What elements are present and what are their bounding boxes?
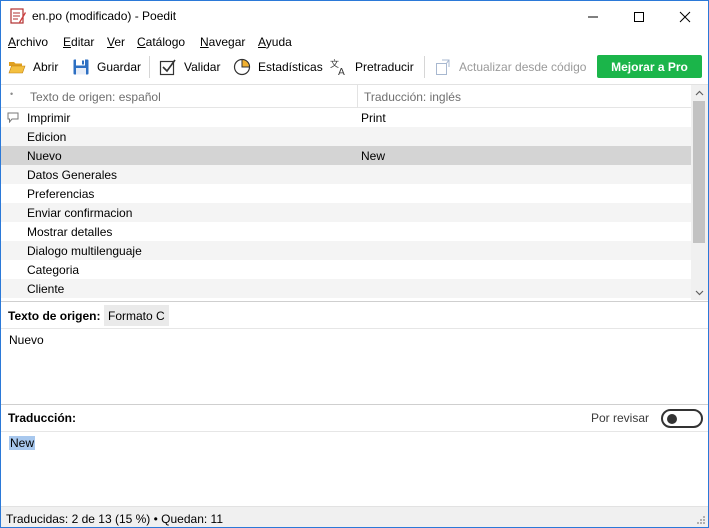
needs-review-label: Por revisar [591, 411, 650, 425]
toolbar-separator [424, 56, 425, 78]
svg-text:A: A [338, 67, 345, 76]
maximize-button[interactable] [616, 1, 662, 32]
needs-review-toggle[interactable] [661, 409, 703, 428]
save-button[interactable]: Guardar [72, 55, 141, 79]
row-source: Mostrar detalles [27, 225, 113, 239]
poedit-app-icon [10, 8, 26, 24]
update-from-code-label: Actualizar desde código [459, 60, 587, 74]
maximize-icon [634, 12, 644, 22]
table-row[interactable]: Imprimir Print [1, 108, 691, 127]
translation-pane-header: Traducción: Por revisar [1, 405, 708, 432]
table-row[interactable]: Preferencias [1, 184, 691, 203]
menu-archivo[interactable]: Archivo [8, 35, 48, 49]
open-label: Abrir [33, 60, 59, 74]
row-translation: Print [361, 111, 386, 125]
save-icon [73, 59, 89, 75]
statistics-label: Estadísticas [258, 60, 323, 74]
scroll-down-icon[interactable] [695, 288, 704, 297]
menu-ayuda-label: yuda [265, 35, 292, 49]
menu-editar[interactable]: Editar [63, 35, 94, 49]
minimize-icon [588, 16, 598, 18]
table-row[interactable]: Dialogo multilenguaje [1, 241, 691, 260]
menu-ver-label: er [114, 35, 126, 49]
open-button[interactable]: Abrir [8, 55, 58, 79]
status-text: Traducidas: 2 de 13 (15 %) • Quedan: 11 [6, 512, 223, 526]
resize-grip-icon[interactable] [696, 515, 706, 525]
update-from-code-button[interactable]: Actualizar desde código [434, 55, 586, 79]
toolbar-separator [149, 56, 150, 78]
poedit-window: en.po (modificado) - Poedit Archivo Edit… [0, 0, 709, 528]
translation-input[interactable]: New [9, 436, 36, 450]
table-row[interactable]: Edicion [1, 127, 691, 146]
column-divider[interactable] [357, 85, 358, 108]
title-bar: en.po (modificado) - Poedit [1, 1, 708, 32]
translate-icon: 文 A [330, 58, 345, 76]
pie-chart-icon [233, 58, 251, 76]
menu-catalogo-label: atálogo [145, 35, 186, 49]
row-source: Edicion [27, 130, 67, 144]
menu-archivo-mnemonic: A [8, 35, 17, 49]
menu-navegar[interactable]: Navegar [200, 35, 245, 49]
menu-catalogo-mnemonic: C [137, 35, 146, 49]
scrollbar-thumb[interactable] [693, 101, 705, 243]
translation-column-header[interactable]: Traducción: inglés [364, 90, 461, 104]
upgrade-to-pro-button[interactable]: Mejorar a Pro [597, 55, 702, 78]
translation-pane: Traducción: Por revisar New [1, 404, 708, 505]
row-source: Imprimir [27, 111, 71, 125]
pretranslate-button[interactable]: 文 A Pretraducir [330, 55, 414, 79]
update-from-code-icon [436, 59, 450, 75]
menu-bar: Archivo Editar Ver Catálogo Navegar Ayud… [1, 32, 708, 52]
strings-list: • Texto de origen: español Traducción: i… [1, 84, 708, 300]
list-rows: Imprimir Print Edicion Nuevo New Datos G… [1, 108, 691, 300]
menu-archivo-label: rchivo [16, 35, 49, 49]
checkbox-check-icon [159, 59, 176, 76]
row-source: Dialogo multilenguaje [27, 244, 142, 258]
row-source: Preferencias [27, 187, 95, 201]
validate-label: Validar [184, 60, 221, 74]
status-bar: Traducidas: 2 de 13 (15 %) • Quedan: 11 [1, 506, 708, 527]
menu-catalogo[interactable]: Catálogo [137, 35, 185, 49]
table-row-selected[interactable]: Nuevo New [1, 146, 691, 165]
close-icon [679, 11, 691, 23]
list-header: • Texto de origen: español Traducción: i… [1, 85, 691, 108]
source-pane: Texto de origen: Formato C Nuevo [1, 301, 708, 404]
table-row[interactable]: Mostrar detalles [1, 222, 691, 241]
scroll-up-icon[interactable] [695, 89, 704, 98]
menu-editar-mnemonic: E [63, 35, 72, 49]
source-pane-header: Texto de origen: Formato C [1, 302, 708, 329]
table-row[interactable]: Cliente [1, 279, 691, 298]
format-tag: Formato C [104, 305, 169, 326]
table-row[interactable]: Datos Generales [1, 165, 691, 184]
comment-icon [7, 112, 19, 123]
table-row[interactable]: Enviar confirmacion [1, 203, 691, 222]
save-label: Guardar [97, 60, 142, 74]
menu-ayuda-mnemonic: A [258, 35, 266, 49]
source-column-header[interactable]: Texto de origen: español [30, 90, 161, 104]
list-scrollbar[interactable] [691, 85, 708, 300]
row-source: Enviar confirmacion [27, 206, 133, 220]
minimize-button[interactable] [570, 1, 616, 32]
menu-navegar-mnemonic: N [200, 35, 209, 49]
pretranslate-label: Pretraducir [355, 60, 414, 74]
row-source: Nuevo [27, 149, 62, 163]
validate-button[interactable]: Validar [159, 55, 220, 79]
row-translation: New [361, 149, 386, 163]
close-button[interactable] [662, 1, 708, 32]
menu-navegar-label: avegar [208, 35, 246, 49]
statistics-button[interactable]: Estadísticas [233, 55, 323, 79]
window-title: en.po (modificado) - Poedit [32, 9, 177, 23]
table-row[interactable]: Categoria [1, 260, 691, 279]
sort-indicator-icon[interactable]: • [10, 89, 13, 99]
row-source: Datos Generales [27, 168, 118, 182]
translation-label: Traducción: [8, 411, 77, 425]
toggle-knob [667, 414, 677, 424]
source-label: Texto de origen: [8, 309, 101, 323]
row-source: Cliente [27, 282, 65, 296]
menu-ayuda[interactable]: Ayuda [258, 35, 292, 49]
menu-editar-label: ditar [71, 35, 95, 49]
source-text: Nuevo [9, 333, 44, 347]
menu-ver[interactable]: Ver [107, 35, 125, 49]
row-source: Categoria [27, 263, 80, 277]
folder-open-icon [8, 62, 26, 74]
